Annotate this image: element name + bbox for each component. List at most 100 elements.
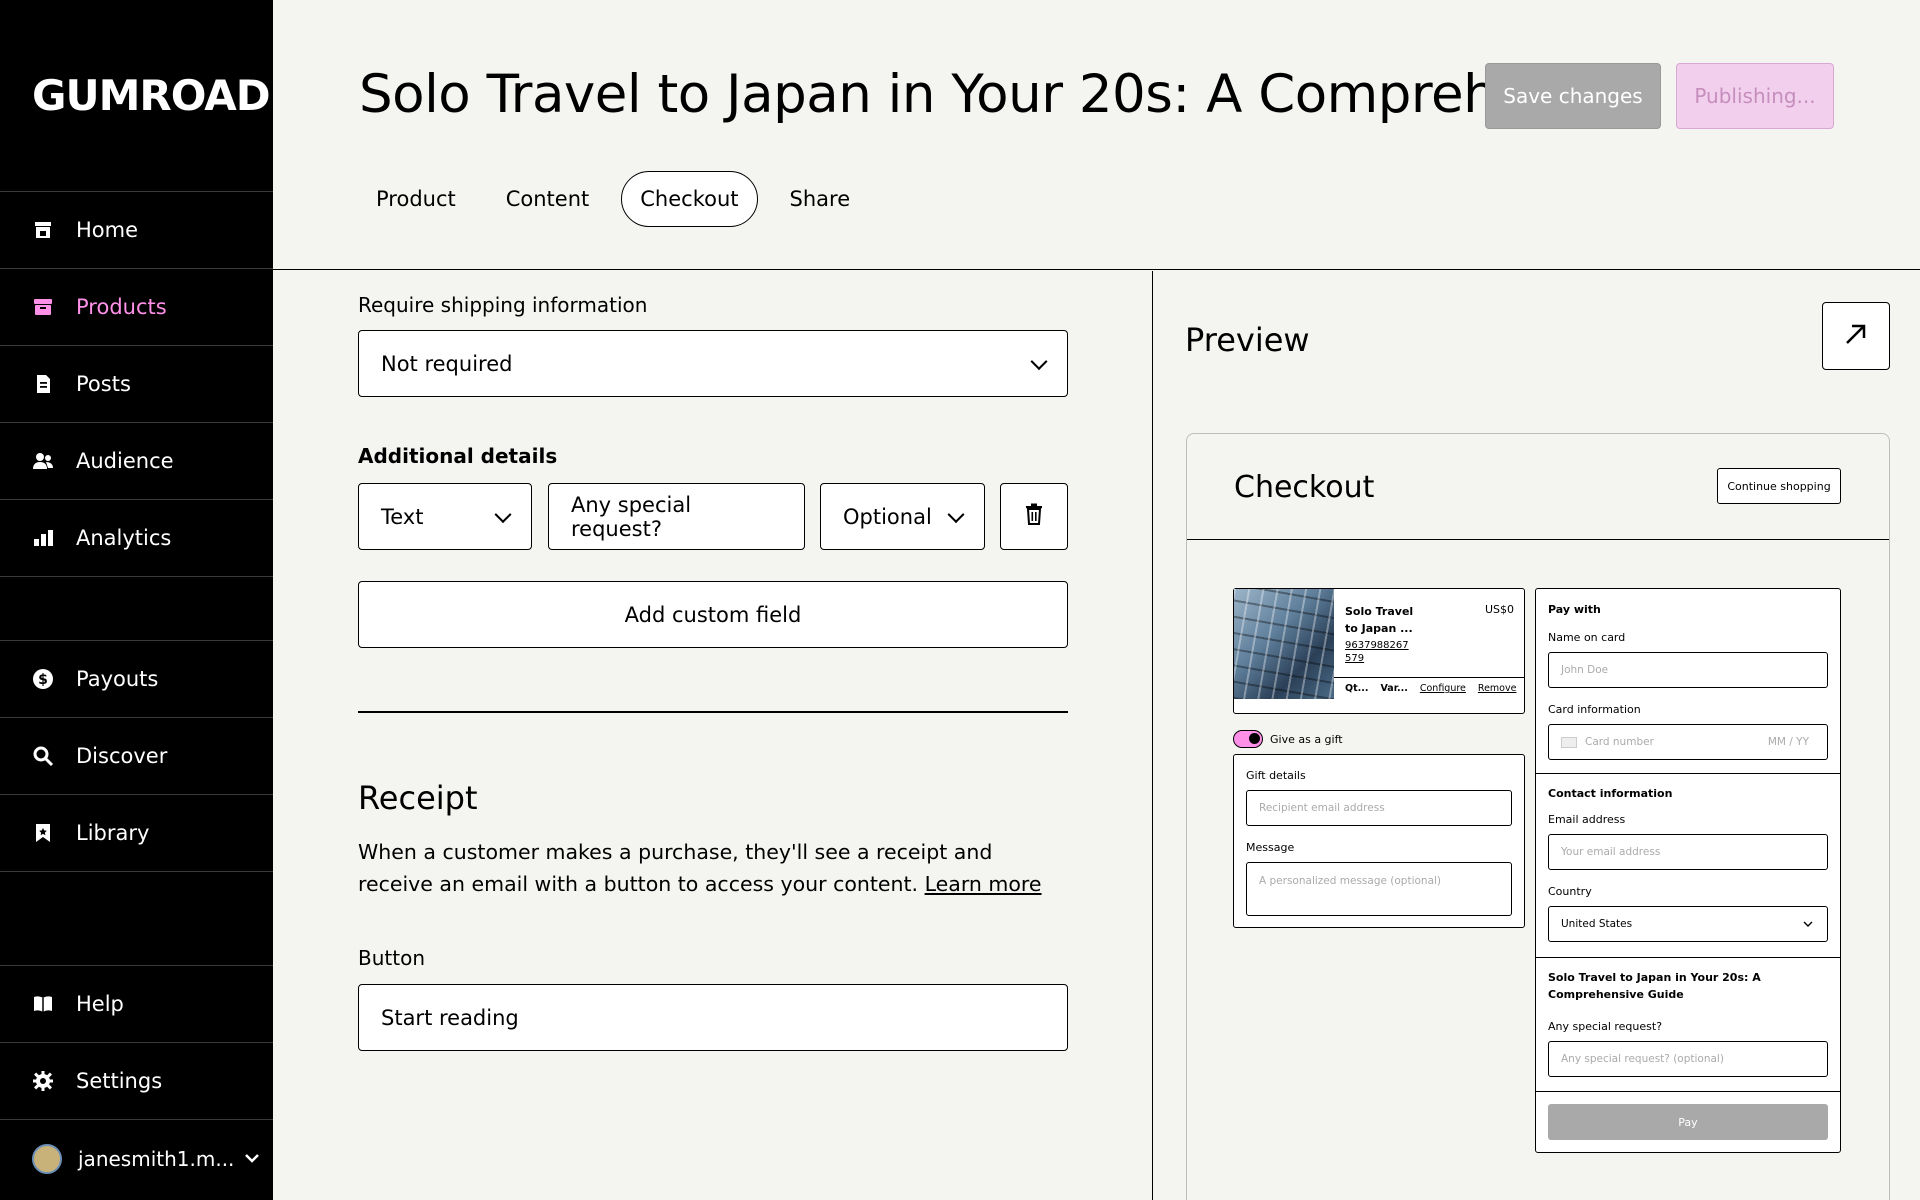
sidebar-item-label: Home xyxy=(76,218,139,242)
sidebar-item-settings[interactable]: Settings xyxy=(0,1043,273,1120)
button-text-value: Start reading xyxy=(381,1005,519,1030)
save-changes-button[interactable]: Save changes xyxy=(1485,63,1661,129)
field-name-value: Any special request? xyxy=(571,492,692,541)
additional-details-label: Additional details xyxy=(358,444,558,468)
tab-share[interactable]: Share xyxy=(772,171,869,227)
gumroad-logo[interactable]: GUMROAD xyxy=(0,0,273,192)
sidebar-item-library[interactable]: Library xyxy=(0,795,273,872)
tab-content[interactable]: Content xyxy=(488,171,608,227)
email-label: Email address xyxy=(1548,813,1626,826)
chevron-down-icon xyxy=(1030,352,1048,370)
tab-product[interactable]: Product xyxy=(358,171,474,227)
page-title: Solo Travel to Japan in Your 20s: A Comp… xyxy=(359,64,1546,125)
field-type-select[interactable]: Text xyxy=(358,483,532,550)
sidebar-item-label: Posts xyxy=(76,372,131,396)
chevron-down-icon xyxy=(947,505,965,523)
arrow-up-right-icon xyxy=(1843,321,1869,351)
country-value: United States xyxy=(1561,918,1633,930)
contact-info-label: Contact information xyxy=(1548,787,1673,800)
qty-label: Qt... xyxy=(1345,683,1369,694)
gift-details-label: Gift details xyxy=(1246,769,1306,782)
tab-bar: Product Content Checkout Share xyxy=(358,171,882,227)
credit-card-icon xyxy=(1561,736,1577,748)
learn-more-link[interactable]: Learn more xyxy=(925,872,1042,896)
recipient-email-input[interactable]: Recipient email address xyxy=(1246,790,1512,826)
sidebar-item-payouts[interactable]: $ Payouts xyxy=(0,641,273,718)
sidebar-item-label: Help xyxy=(76,992,124,1016)
open-preview-button[interactable] xyxy=(1822,302,1890,370)
sidebar-item-label: Payouts xyxy=(76,667,159,691)
gift-toggle-row[interactable]: Give as a gift xyxy=(1233,730,1343,748)
field-name-input[interactable]: Any special request? xyxy=(548,483,805,550)
checkout-header: Checkout Continue shopping xyxy=(1187,434,1889,540)
country-label: Country xyxy=(1548,885,1592,898)
sidebar-spacer xyxy=(0,872,273,966)
sidebar-item-help[interactable]: Help xyxy=(0,966,273,1043)
checkout-settings-panel: Require shipping information Not require… xyxy=(273,271,1153,1200)
gift-details-box: Gift details Recipient email address Mes… xyxy=(1233,754,1525,928)
field-type-value: Text xyxy=(381,504,424,529)
receipt-title: Receipt xyxy=(358,779,478,817)
bar-chart-icon xyxy=(32,527,54,549)
divider xyxy=(358,711,1068,713)
cart-item-actions: Qt... Var... Configure Remove xyxy=(1334,677,1524,699)
people-icon xyxy=(32,450,54,472)
gift-toggle[interactable] xyxy=(1233,730,1263,748)
button-label: Button xyxy=(358,946,425,970)
checkout-title: Checkout xyxy=(1234,470,1375,505)
sidebar-item-audience[interactable]: Audience xyxy=(0,423,273,500)
tab-checkout[interactable]: Checkout xyxy=(621,171,758,227)
special-request-label: Any special request? xyxy=(1548,1020,1663,1033)
cart-item: Solo Travel to Japan ... US$0 9637988267… xyxy=(1233,588,1525,714)
gear-icon xyxy=(32,1070,54,1092)
cart-item-code[interactable]: 9637988267 579 xyxy=(1345,639,1415,665)
variant-label: Var... xyxy=(1380,683,1408,694)
card-info-label: Card information xyxy=(1548,703,1641,716)
sidebar-item-label: Discover xyxy=(76,744,168,768)
field-required-select[interactable]: Optional xyxy=(820,483,985,550)
remove-link[interactable]: Remove xyxy=(1478,683,1517,694)
sidebar-item-home[interactable]: Home xyxy=(0,192,273,269)
shipping-select[interactable]: Not required xyxy=(358,330,1068,397)
field-required-value: Optional xyxy=(843,504,932,529)
name-on-card-input[interactable]: John Doe xyxy=(1548,652,1828,688)
trash-icon xyxy=(1024,503,1044,530)
add-custom-field-button[interactable]: Add custom field xyxy=(358,581,1068,648)
store-icon xyxy=(32,219,54,241)
card-number-input[interactable]: Card number MM / YY xyxy=(1548,724,1828,760)
message-textarea[interactable]: A personalized message (optional) xyxy=(1246,862,1512,916)
sidebar-item-products[interactable]: Products xyxy=(0,269,273,346)
sidebar-item-label: Library xyxy=(76,821,150,845)
sidebar-spacer xyxy=(0,577,273,641)
archive-icon xyxy=(32,296,54,318)
sidebar-item-posts[interactable]: Posts xyxy=(0,346,273,423)
user-menu[interactable]: janesmith1.m... xyxy=(0,1120,273,1198)
product-full-title: Solo Travel to Japan in Your 20s: A Comp… xyxy=(1548,971,1761,1001)
chevron-down-icon xyxy=(494,505,512,523)
avatar xyxy=(32,1144,62,1174)
configure-link[interactable]: Configure xyxy=(1420,683,1466,694)
message-label: Message xyxy=(1246,841,1295,854)
delete-field-button[interactable] xyxy=(1000,483,1068,550)
sidebar-item-discover[interactable]: Discover xyxy=(0,718,273,795)
gift-label: Give as a gift xyxy=(1270,732,1343,746)
dollar-circle-icon: $ xyxy=(32,668,54,690)
document-icon xyxy=(32,373,54,395)
special-request-input[interactable]: Any special request? (optional) xyxy=(1548,1041,1828,1077)
checkout-preview-frame: Checkout Continue shopping Solo Travel t… xyxy=(1186,433,1890,1200)
publish-button[interactable]: Publishing... xyxy=(1676,63,1834,129)
name-on-card-label: Name on card xyxy=(1548,631,1626,644)
page-header: Solo Travel to Japan in Your 20s: A Comp… xyxy=(273,0,1920,270)
receipt-description: When a customer makes a purchase, they'l… xyxy=(358,836,1058,900)
card-number-placeholder: Card number xyxy=(1585,736,1654,748)
email-input[interactable]: Your email address xyxy=(1548,834,1828,870)
divider xyxy=(1536,773,1840,774)
sidebar-item-analytics[interactable]: Analytics xyxy=(0,500,273,577)
continue-shopping-button[interactable]: Continue shopping xyxy=(1717,468,1841,504)
button-text-input[interactable]: Start reading xyxy=(358,984,1068,1051)
svg-text:$: $ xyxy=(38,672,48,688)
bookmark-icon xyxy=(32,822,54,844)
preview-panel: Preview Checkout Continue shopping Solo … xyxy=(1152,271,1920,1200)
pay-button[interactable]: Pay xyxy=(1548,1104,1828,1140)
country-select[interactable]: United States xyxy=(1548,906,1828,942)
